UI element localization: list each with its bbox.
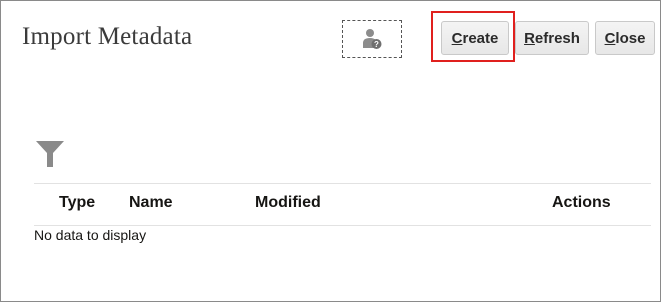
column-header-type[interactable]: Type <box>59 194 95 212</box>
empty-table-message: No data to display <box>34 227 147 243</box>
help-button[interactable]: ? <box>342 20 402 58</box>
close-button[interactable]: Close <box>595 21 655 55</box>
user-help-icon: ? <box>363 29 382 49</box>
import-metadata-dialog: Import Metadata ? Create Refresh Close T… <box>0 0 661 302</box>
page-title: Import Metadata <box>22 23 193 50</box>
column-header-actions: Actions <box>552 194 611 211</box>
filter-icon <box>36 141 64 167</box>
create-button[interactable]: Create <box>441 21 509 55</box>
refresh-button[interactable]: Refresh <box>515 21 589 55</box>
column-header-name[interactable]: Name <box>129 194 173 212</box>
column-header-modified[interactable]: Modified <box>255 194 321 212</box>
filter-button[interactable] <box>36 140 64 168</box>
svg-text:?: ? <box>374 40 379 49</box>
table-header-top-divider <box>34 183 651 184</box>
table-header-bottom-divider <box>34 225 651 226</box>
